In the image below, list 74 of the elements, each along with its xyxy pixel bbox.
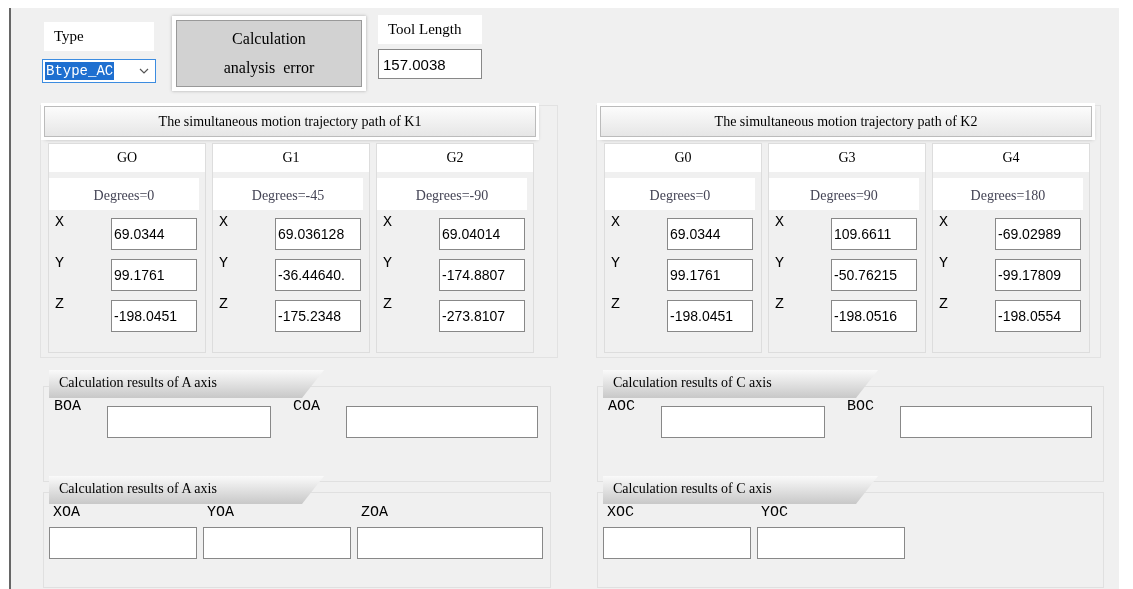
coordinate-field[interactable]: -174.8807 — [439, 259, 525, 291]
field-label: XOC — [606, 504, 635, 521]
axis-label: Y — [775, 255, 784, 272]
axis-label: X — [219, 214, 228, 231]
axis-label: X — [611, 214, 620, 231]
field-label: YOA — [206, 504, 235, 521]
position-name: G3 — [769, 144, 925, 172]
axis-label: Y — [611, 255, 620, 272]
axis-label: X — [383, 214, 392, 231]
type-dropdown[interactable]: Btype_AC — [42, 59, 156, 83]
input-field[interactable] — [346, 406, 539, 438]
axis-label: Y — [939, 255, 948, 272]
coordinate-field[interactable]: -69.02989 — [995, 218, 1081, 250]
input-field[interactable] — [203, 527, 351, 559]
input-field[interactable] — [107, 406, 271, 438]
input-field[interactable] — [49, 527, 197, 559]
axis-label: X — [55, 214, 64, 231]
trajectory-header-button[interactable]: The simultaneous motion trajectory path of K1 — [44, 106, 536, 137]
coordinate-field[interactable]: 109.6611 — [831, 218, 917, 250]
coordinate-field[interactable]: -175.2348 — [275, 300, 361, 332]
position-name: G4 — [933, 144, 1089, 172]
field-label: ZOA — [360, 504, 389, 521]
calculate-button[interactable]: Calculation analysis error — [176, 20, 362, 87]
axis-label: Z — [939, 296, 948, 313]
axis-label: X — [775, 214, 784, 231]
position-name: G0 — [605, 144, 761, 172]
coordinate-field[interactable]: -198.0554 — [995, 300, 1081, 332]
axis-label: Y — [219, 255, 228, 272]
position-name: G1 — [213, 144, 369, 172]
coordinate-field[interactable]: -198.0516 — [831, 300, 917, 332]
coordinate-field[interactable]: 69.0344 — [111, 218, 197, 250]
input-field[interactable] — [757, 527, 905, 559]
field-label: BOC — [847, 398, 875, 415]
axis-label: X — [939, 214, 948, 231]
degrees-label: Degrees=180 — [933, 178, 1083, 210]
coordinate-field[interactable]: 69.036128 — [275, 218, 361, 250]
axis-label: Y — [55, 255, 64, 272]
input-field[interactable] — [900, 406, 1093, 438]
axis-label: Z — [611, 296, 620, 313]
coordinate-field[interactable]: -198.0451 — [111, 300, 197, 332]
coordinate-field[interactable]: -198.0451 — [667, 300, 753, 332]
tool-length-field[interactable]: 157.0038 — [378, 49, 482, 79]
coordinate-field[interactable]: -99.17809 — [995, 259, 1081, 291]
input-field[interactable] — [603, 527, 751, 559]
tool-length-label: Tool Length — [378, 15, 482, 44]
coordinate-field[interactable]: -273.8107 — [439, 300, 525, 332]
field-label: AOC — [608, 398, 635, 415]
degrees-label: Degrees=90 — [769, 178, 919, 210]
position-name: GO — [49, 144, 205, 172]
axis-label: Z — [775, 296, 784, 313]
field-label: COA — [293, 398, 321, 415]
type-label: Type — [44, 22, 154, 51]
axis-label: Y — [383, 255, 392, 272]
axis-label: Z — [383, 296, 392, 313]
degrees-label: Degrees=-45 — [213, 178, 363, 210]
trajectory-header-button[interactable]: The simultaneous motion trajectory path of K2 — [600, 106, 1092, 137]
degrees-label: Degrees=-90 — [377, 178, 527, 210]
chevron-down-icon — [139, 68, 149, 74]
coordinate-field[interactable]: 69.04014 — [439, 218, 525, 250]
coordinate-field[interactable]: 99.1761 — [667, 259, 753, 291]
axis-label: Z — [219, 296, 228, 313]
coordinate-field[interactable]: 69.0344 — [667, 218, 753, 250]
input-field[interactable] — [357, 527, 543, 559]
axis-label: Z — [55, 296, 64, 313]
position-name: G2 — [377, 144, 533, 172]
coordinate-field[interactable]: -36.44640. — [275, 259, 361, 291]
degrees-label: Degrees=0 — [605, 178, 755, 210]
input-field[interactable] — [661, 406, 825, 438]
degrees-label: Degrees=0 — [49, 178, 199, 210]
coordinate-field[interactable]: -50.76215 — [831, 259, 917, 291]
field-label: XOA — [52, 504, 81, 521]
field-label: YOC — [760, 504, 789, 521]
coordinate-field[interactable]: 99.1761 — [111, 259, 197, 291]
field-label: BOA — [54, 398, 81, 415]
